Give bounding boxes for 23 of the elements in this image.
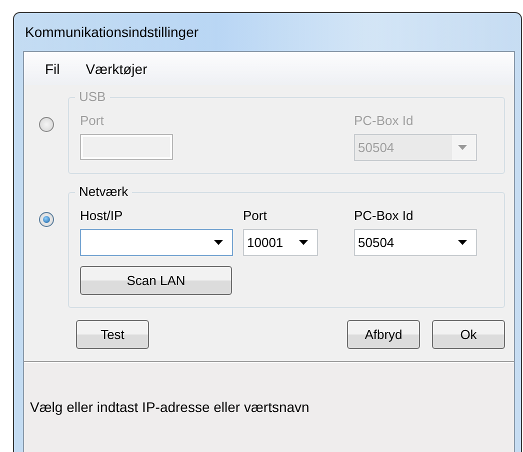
- caret-icon: [214, 240, 223, 245]
- group-title: Netværk: [75, 184, 132, 199]
- combo-box[interactable]: 50504: [354, 229, 477, 256]
- field-label: Port: [243, 207, 268, 225]
- field-label: Host/IP: [80, 207, 124, 225]
- status-text: Vælg eller indtast IP-adresse eller værtsnavn: [30, 399, 310, 415]
- field-label: PC-Box Id: [354, 207, 414, 225]
- test-button[interactable]: Test: [76, 320, 149, 349]
- caret-icon: [299, 240, 308, 245]
- radio-button[interactable]: [39, 212, 54, 227]
- combo-box[interactable]: [80, 229, 233, 256]
- dialog-button[interactable]: Afbryd: [347, 320, 420, 349]
- menu-item[interactable]: Værktøjer: [86, 60, 148, 76]
- menu-item[interactable]: Fil: [45, 60, 60, 76]
- caret-icon: [458, 240, 467, 245]
- field-label: PC-Box Id: [354, 112, 414, 130]
- group-title: USB: [75, 89, 110, 104]
- combo-box[interactable]: 10001: [243, 229, 318, 256]
- window-title: Kommunikationsindstillinger: [25, 24, 199, 40]
- caret-icon: [458, 145, 467, 150]
- field-label: Port: [80, 112, 105, 130]
- scan-button[interactable]: Scan LAN: [80, 266, 232, 295]
- dialog-button[interactable]: Ok: [432, 320, 505, 349]
